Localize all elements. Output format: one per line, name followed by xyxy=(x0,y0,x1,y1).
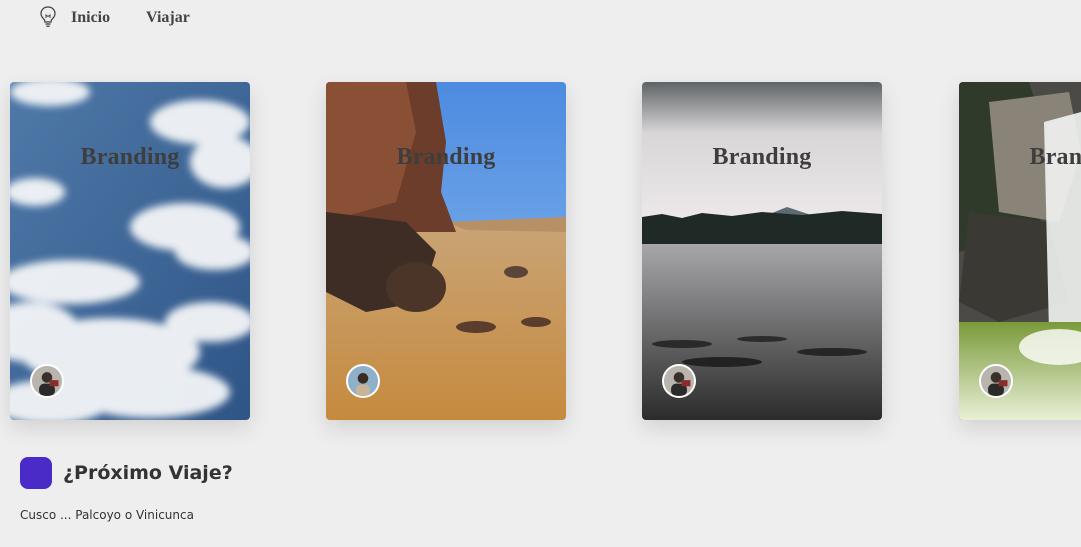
next-trip-description: Cusco ... Palcoyo o Vinicunca xyxy=(20,508,194,522)
nav-link-inicio[interactable]: Inicio xyxy=(71,9,110,27)
card-image xyxy=(959,82,1081,420)
destination-card[interactable]: Branding xyxy=(642,82,882,420)
avatar[interactable] xyxy=(346,364,380,398)
nav-link-viajar[interactable]: Viajar xyxy=(146,9,190,27)
card-title: Branding xyxy=(80,144,180,170)
card-title: Branding xyxy=(396,144,496,170)
destination-card[interactable]: Branding xyxy=(326,82,566,420)
lightbulb-icon[interactable] xyxy=(38,5,58,29)
page: Inicio Viajar Branding Branding Branding… xyxy=(0,0,1081,547)
destination-card[interactable]: Branding xyxy=(959,82,1081,420)
destination-card[interactable]: Branding xyxy=(10,82,250,420)
accent-square xyxy=(20,457,52,489)
avatar[interactable] xyxy=(30,364,64,398)
next-trip-title: ¿Próximo Viaje? xyxy=(63,462,233,484)
top-nav: Inicio Viajar xyxy=(0,0,1081,36)
card-title: Branding xyxy=(1029,144,1081,170)
avatar[interactable] xyxy=(979,364,1013,398)
avatar[interactable] xyxy=(662,364,696,398)
card-title: Branding xyxy=(712,144,812,170)
